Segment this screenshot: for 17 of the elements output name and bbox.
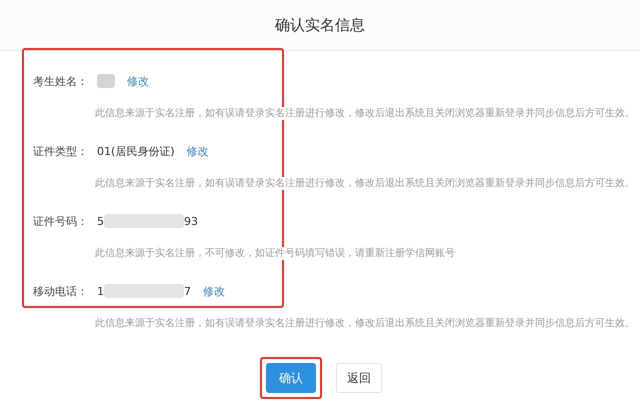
field-value: 5 bbox=[97, 214, 104, 228]
info-note: 此信息来源于实名注册，不可修改，如证件号码填写错误，请重新注册学信网账号 bbox=[95, 247, 455, 260]
field-value: 93 bbox=[184, 214, 198, 228]
confirm-button[interactable]: 确认 bbox=[266, 363, 316, 393]
edit-link[interactable]: 修改 bbox=[186, 144, 209, 158]
field-label: 证件号码： bbox=[33, 214, 89, 228]
field-value: 7 bbox=[184, 284, 191, 298]
field-value: 1 bbox=[97, 284, 104, 298]
dialog-title: 确认实名信息 bbox=[275, 16, 365, 34]
edit-link[interactable]: 修改 bbox=[127, 74, 149, 88]
field-label: 移动电话： bbox=[33, 284, 89, 298]
edit-link[interactable]: 修改 bbox=[203, 284, 225, 298]
field-label: 考生姓名： bbox=[33, 74, 89, 88]
field-value: 01(居民身份证) bbox=[97, 144, 175, 158]
field-label: 证件类型： bbox=[33, 144, 89, 158]
blurred-block bbox=[97, 74, 115, 88]
back-button[interactable]: 返回 bbox=[336, 363, 382, 393]
